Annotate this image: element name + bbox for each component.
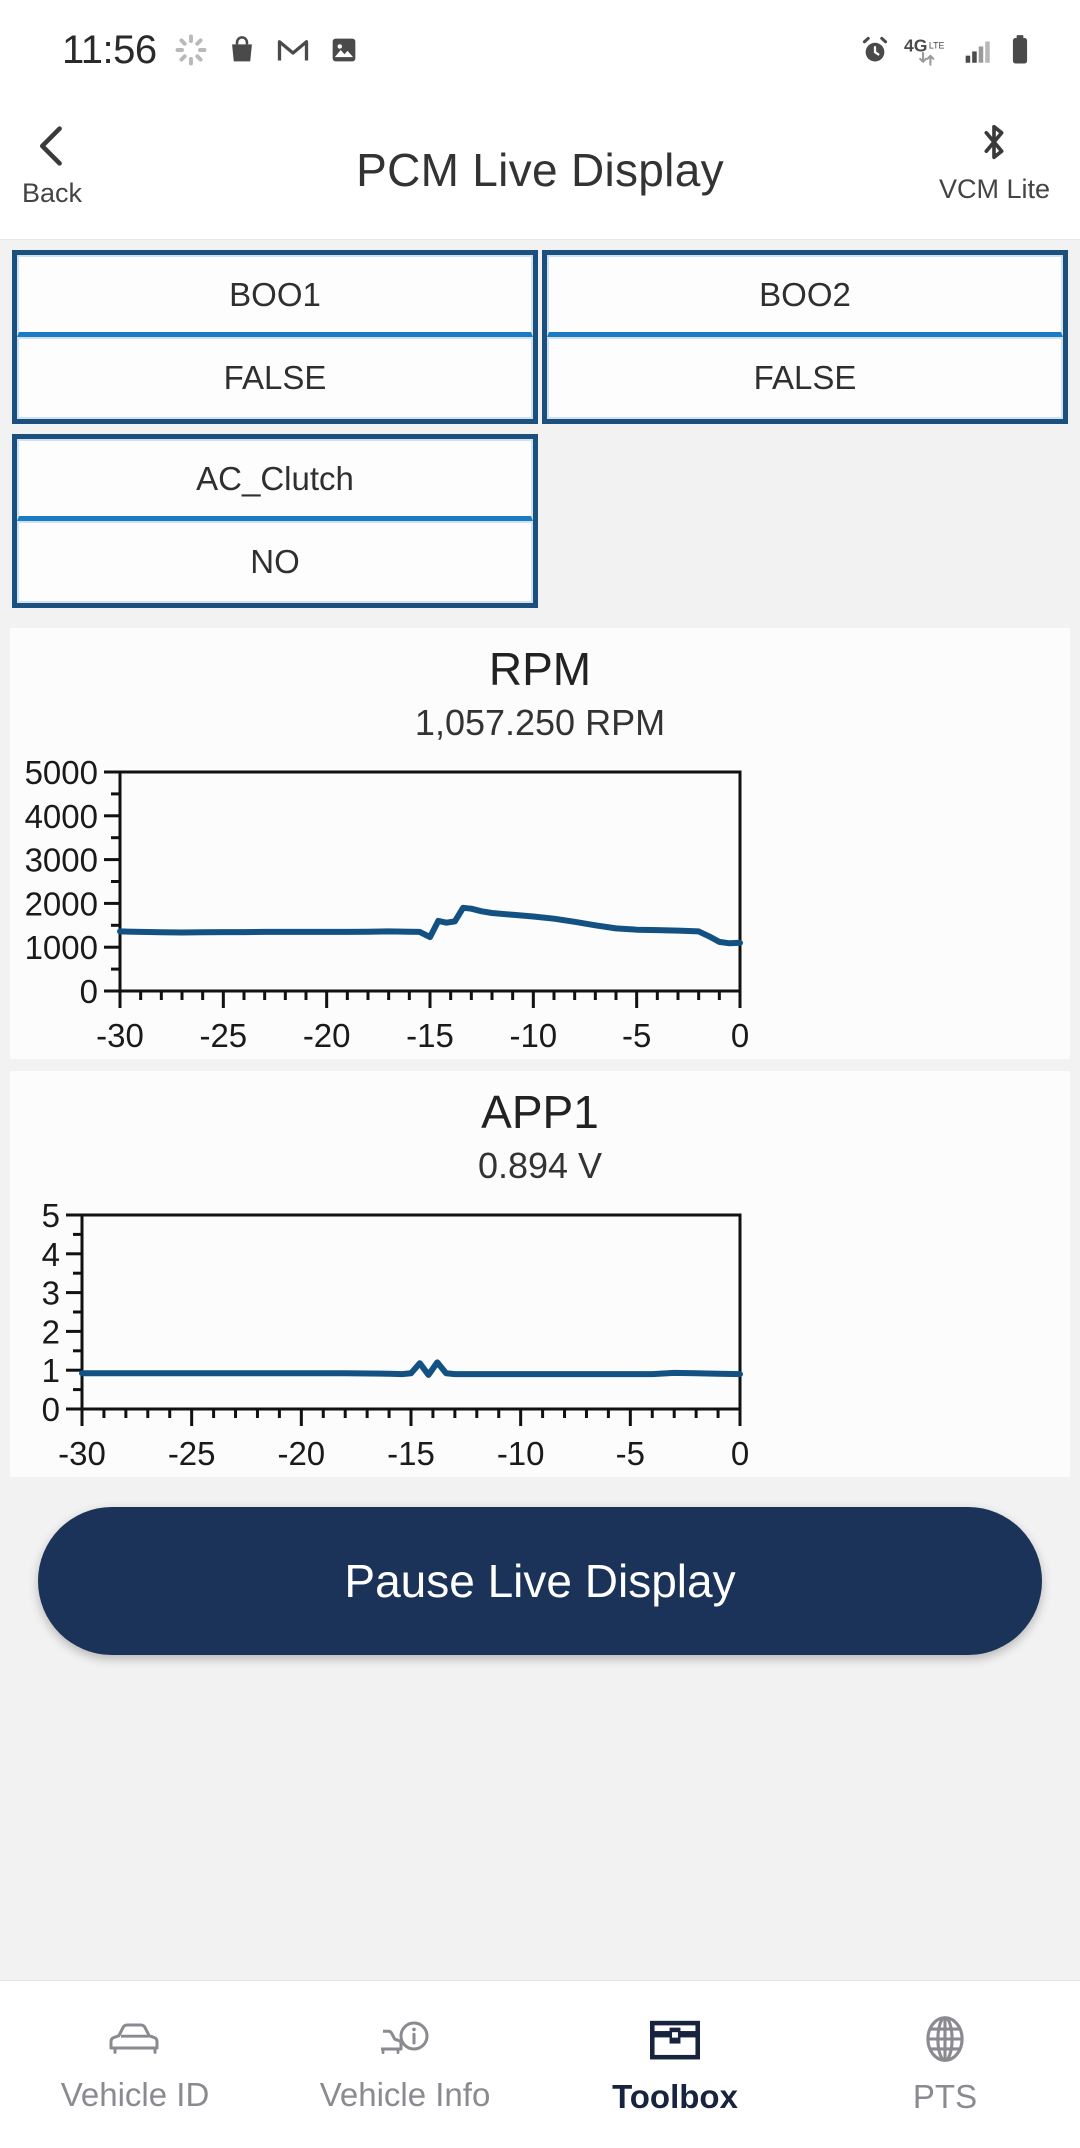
app-screen: 11:56 4G LTE Back PCM Live Display VCM L… [0,0,1080,2148]
chart-list: RPM 1,057.250 RPM 0 1000 2000 3000 4000 5000-… [0,628,1080,1489]
nav-item-toolbox[interactable]: Toolbox [540,2014,810,2116]
svg-text:-30: -30 [96,1017,144,1053]
nav-label: Toolbox [612,2077,738,2115]
tile-value: FALSE [547,337,1063,419]
svg-text:-25: -25 [199,1017,247,1053]
shopping-bag-icon [225,33,259,67]
tile-value: NO [17,521,533,603]
svg-text:3: 3 [42,1275,60,1312]
pause-button-wrap: Pause Live Display [0,1489,1080,1677]
pause-live-display-button[interactable]: Pause Live Display [38,1507,1042,1655]
svg-text:-25: -25 [168,1435,216,1471]
svg-text:-5: -5 [616,1435,645,1471]
nav-label: PTS [912,2077,978,2115]
device-label: VCM Lite [938,174,1050,204]
svg-text:-20: -20 [277,1435,325,1471]
bluetooth-icon [971,114,1017,170]
4g-lte-icon: 4G LTE [904,32,948,68]
tile-name: BOO1 [17,255,533,337]
car-icon [103,2016,167,2062]
tile-name: BOO2 [547,255,1063,337]
tile-placeholder [540,434,1070,618]
nav-label: Vehicle ID [60,2075,210,2113]
chart-title: RPM [488,643,592,695]
svg-text:-10: -10 [509,1017,557,1053]
svg-text:4: 4 [42,1236,60,1273]
signal-bars-icon [960,33,994,67]
svg-text:-20: -20 [303,1017,351,1053]
tile-name: AC_Clutch [17,439,533,521]
svg-text:-30: -30 [58,1435,106,1471]
chart-plot-app1: 0 1 2 3 4 5 -30 -25 -20 -15 -10 -5 0 [10,1201,1070,1471]
svg-text:1000: 1000 [25,929,98,966]
nav-item-pts[interactable]: PTS [810,2014,1080,2116]
svg-text:-10: -10 [497,1435,545,1471]
svg-text:-15: -15 [387,1435,435,1471]
layout-spacer [0,1677,1080,1980]
status-bar-left: 11:56 [62,28,361,73]
parameter-tiles: BOO1 FALSE BOO2 FALSE AC_Clutch NO [0,240,1080,628]
device-status[interactable]: VCM Lite [939,114,1050,205]
tile-value: FALSE [17,337,533,419]
back-label: Back [22,178,83,208]
svg-text:5: 5 [42,1201,60,1234]
svg-text:2000: 2000 [25,885,98,922]
battery-icon [1006,33,1034,67]
photos-icon [327,33,361,67]
chart-current-value: 0.894 V [477,1145,603,1186]
chart-card-rpm: RPM 1,057.250 RPM 0 1000 2000 3000 4000 5000 -… [10,628,1070,1059]
svg-text:-15: -15 [406,1017,454,1053]
svg-text:2: 2 [42,1313,60,1350]
back-button[interactable]: Back [22,118,82,209]
svg-text:-5: -5 [622,1017,651,1053]
svg-text:0: 0 [80,973,98,1010]
chart-plot-rpm: 0 1000 2000 3000 4000 5000 -30 -25 -20 -15 -10 -5 0 [10,758,1070,1053]
loading-spinner-icon [173,32,209,68]
nav-item-vehicle-info[interactable]: Vehicle Info [270,2016,540,2114]
svg-text:3000: 3000 [25,842,98,879]
bottom-navigation: Vehicle ID Vehicle Info Toolbox PTS [0,1980,1080,2148]
chart-title: APP1 [481,1086,599,1138]
globe-icon [915,2014,975,2064]
parameter-tile[interactable]: BOO1 FALSE [10,250,540,434]
parameter-tile[interactable]: BOO2 FALSE [540,250,1070,434]
page-title: PCM Live Display [356,143,724,196]
status-time: 11:56 [62,27,157,72]
app-header: Back PCM Live Display VCM Lite [0,100,1080,240]
toolbox-icon [644,2014,706,2064]
car-info-icon [373,2016,437,2062]
gmail-icon [275,32,311,68]
svg-text:4000: 4000 [25,798,98,835]
chevron-left-icon [26,118,78,174]
svg-text:0: 0 [731,1017,749,1053]
alarm-clock-icon [858,33,892,67]
svg-text:LTE: LTE [929,41,945,51]
svg-text:0: 0 [731,1435,749,1471]
parameter-tile[interactable]: AC_Clutch NO [10,434,540,618]
svg-text:5000: 5000 [25,758,98,791]
status-bar-right: 4G LTE [858,32,1034,68]
status-bar: 11:56 4G LTE [0,0,1080,100]
nav-item-vehicle-id[interactable]: Vehicle ID [0,2016,270,2114]
svg-text:0: 0 [42,1391,60,1428]
chart-card-app1: APP1 0.894 V 0 1 2 3 4 5 -30 -25 -20 -15 -10 -5 0 [10,1071,1070,1477]
chart-current-value: 1,057.250 RPM [414,702,666,743]
nav-label: Vehicle Info [319,2075,491,2113]
svg-text:1: 1 [42,1352,60,1389]
